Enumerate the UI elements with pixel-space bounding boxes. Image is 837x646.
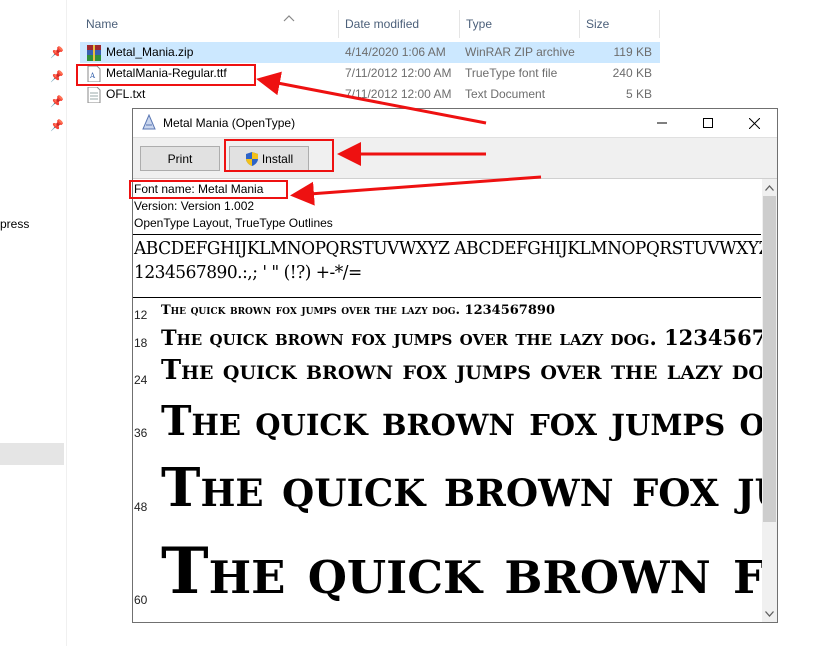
- pane-divider[interactable]: [66, 0, 67, 646]
- charset-digits-punct: 1234567890.:,; ' " (!?) +-*/=: [134, 262, 362, 284]
- minimize-icon: [657, 122, 667, 124]
- file-type: TrueType font file: [465, 66, 558, 80]
- close-button[interactable]: [731, 109, 777, 137]
- pin-icon[interactable]: 📌: [50, 47, 64, 59]
- highlight-install-button: [224, 139, 334, 172]
- sample-size-label: 60: [134, 593, 148, 607]
- file-row[interactable]: OFL.txt 7/11/2012 12:00 AM Text Document…: [80, 84, 660, 105]
- sample-size-label: 12: [134, 308, 148, 322]
- nav-item-partial[interactable]: press: [0, 217, 29, 231]
- sample-size-label: 36: [134, 426, 148, 440]
- print-label: Print: [167, 151, 193, 166]
- column-header-date[interactable]: Date modified: [339, 10, 460, 38]
- font-outline-text: OpenType Layout, TrueType Outlines: [134, 216, 333, 230]
- divider: [133, 234, 761, 235]
- sample-text: The quick brown fox jumps over the lazy …: [161, 303, 555, 318]
- sample-text: The quick brown fox: [161, 534, 762, 609]
- text-file-icon: [87, 87, 101, 103]
- sample-size-label: 18: [134, 336, 148, 350]
- column-label: Size: [586, 17, 610, 31]
- pin-icon[interactable]: 📌: [50, 120, 64, 132]
- font-preview-area: Font name: Metal Mania Version: Version …: [133, 179, 762, 624]
- file-date: 7/11/2012 12:00 AM: [345, 87, 452, 101]
- sort-ascending-icon: [283, 15, 295, 22]
- file-size: 119 KB: [613, 45, 652, 59]
- column-header-name[interactable]: Name: [80, 10, 339, 38]
- sample-text: The quick brown fox jumps over the lazy …: [161, 355, 762, 386]
- close-icon: [748, 117, 760, 129]
- scroll-up-button[interactable]: [762, 179, 777, 196]
- file-type: Text Document: [465, 87, 546, 101]
- maximize-button[interactable]: [685, 109, 731, 137]
- column-label: Date modified: [345, 17, 420, 31]
- maximize-icon: [703, 118, 713, 128]
- sample-text: The quick brown fox jumps: [161, 457, 762, 519]
- charset-uppercase: ABCDEFGHIJKLMNOPQRSTUVWXYZ ABCDEFGHIJKLM…: [134, 238, 762, 260]
- chevron-down-icon: [765, 610, 774, 617]
- sample-text: The quick brown fox jumps over the lazy …: [161, 325, 762, 350]
- title-bar[interactable]: Metal Mania (OpenType): [133, 109, 777, 137]
- pin-icon[interactable]: 📌: [50, 96, 64, 108]
- font-app-icon: [142, 114, 156, 130]
- file-name: OFL.txt: [106, 87, 146, 101]
- highlight-font-name: [129, 180, 288, 199]
- scroll-down-button[interactable]: [762, 605, 777, 622]
- winrar-archive-icon: [87, 45, 101, 61]
- pin-icon[interactable]: 📌: [50, 71, 64, 83]
- column-header-size[interactable]: Size: [580, 10, 660, 38]
- file-date: 7/11/2012 12:00 AM: [345, 66, 452, 80]
- chevron-up-icon: [765, 184, 774, 191]
- file-type: WinRAR ZIP archive: [465, 45, 575, 59]
- file-row[interactable]: Metal_Mania.zip 4/14/2020 1:06 AM WinRAR…: [80, 42, 660, 63]
- font-version-text: Version: Version 1.002: [134, 199, 255, 213]
- print-button[interactable]: Print: [140, 146, 220, 171]
- column-header-type[interactable]: Type: [460, 10, 580, 38]
- minimize-button[interactable]: [639, 109, 685, 137]
- file-date: 4/14/2020 1:06 AM: [345, 45, 446, 59]
- vertical-scrollbar[interactable]: [762, 179, 777, 622]
- file-name: Metal_Mania.zip: [106, 45, 194, 59]
- sample-size-label: 24: [134, 373, 148, 387]
- sample-text: The quick brown fox jumps over: [161, 397, 762, 445]
- navigation-pane: press 📌 📌 📌 📌: [0, 0, 66, 646]
- sample-size-label: 48: [134, 500, 148, 514]
- column-label: Name: [86, 17, 119, 31]
- column-label: Type: [466, 17, 493, 31]
- divider: [133, 297, 761, 298]
- highlight-font-file: [76, 64, 256, 86]
- nav-item-selected[interactable]: [0, 443, 64, 465]
- file-size: 240 KB: [612, 66, 652, 80]
- scroll-thumb[interactable]: [763, 196, 776, 522]
- window-title: Metal Mania (OpenType): [163, 116, 296, 130]
- file-size: 5 KB: [625, 87, 652, 101]
